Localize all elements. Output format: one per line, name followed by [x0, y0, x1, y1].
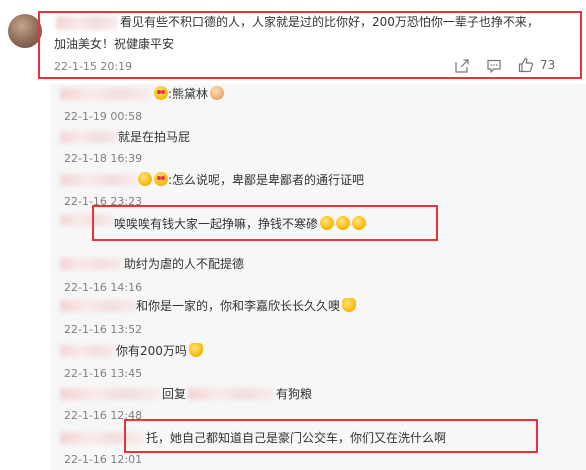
wink-emoji-icon	[138, 172, 152, 186]
reply-8-suffix: 有狗粮	[276, 387, 313, 401]
reply-5-time: 22-1-16 14:16	[64, 281, 143, 294]
reply-5-text: 助纣为虐的人不配提德	[124, 257, 245, 271]
highlight-box-reply-4	[92, 205, 438, 241]
reply-mention-redacted	[188, 388, 274, 400]
reply-username-redacted	[60, 174, 138, 186]
reply-3-text: :怎么说呢，卑鄙是卑鄙者的通行证吧	[136, 172, 364, 188]
reply-username-redacted	[60, 345, 116, 357]
reply-6-text: 和你是一家的，你和李嘉欣长长久久噢	[136, 298, 357, 314]
cat-emoji-icon	[342, 298, 357, 312]
reply-2-time: 22-1-18 16:39	[64, 152, 143, 165]
reply-6-time: 22-1-16 13:52	[64, 323, 143, 336]
reply-username-redacted	[60, 258, 122, 270]
reply-7-time: 22-1-16 13:45	[64, 367, 143, 380]
avatar[interactable]	[8, 14, 42, 48]
reply-2-text: 就是在拍马屁	[118, 130, 191, 144]
face-emoji-icon	[210, 86, 225, 100]
highlight-box-main	[38, 11, 582, 79]
reply-7-text: 你有200万吗	[116, 343, 203, 359]
reply-username-redacted	[60, 388, 160, 400]
reply-1-time: 22-1-19 00:58	[64, 110, 143, 123]
heart-eyes-emoji-icon	[154, 172, 168, 186]
heart-eyes-emoji-icon	[154, 86, 168, 100]
reply-1-text: :熊黛林	[152, 86, 225, 102]
cat-emoji-icon	[188, 343, 203, 357]
highlight-box-reply-9	[124, 419, 538, 453]
reply-username-redacted	[60, 300, 136, 312]
reply-9-time: 22-1-16 12:01	[64, 453, 143, 466]
reply-8-prefix: 回复	[162, 387, 187, 401]
reply-username-redacted	[60, 131, 118, 143]
reply-username-redacted	[60, 88, 150, 100]
